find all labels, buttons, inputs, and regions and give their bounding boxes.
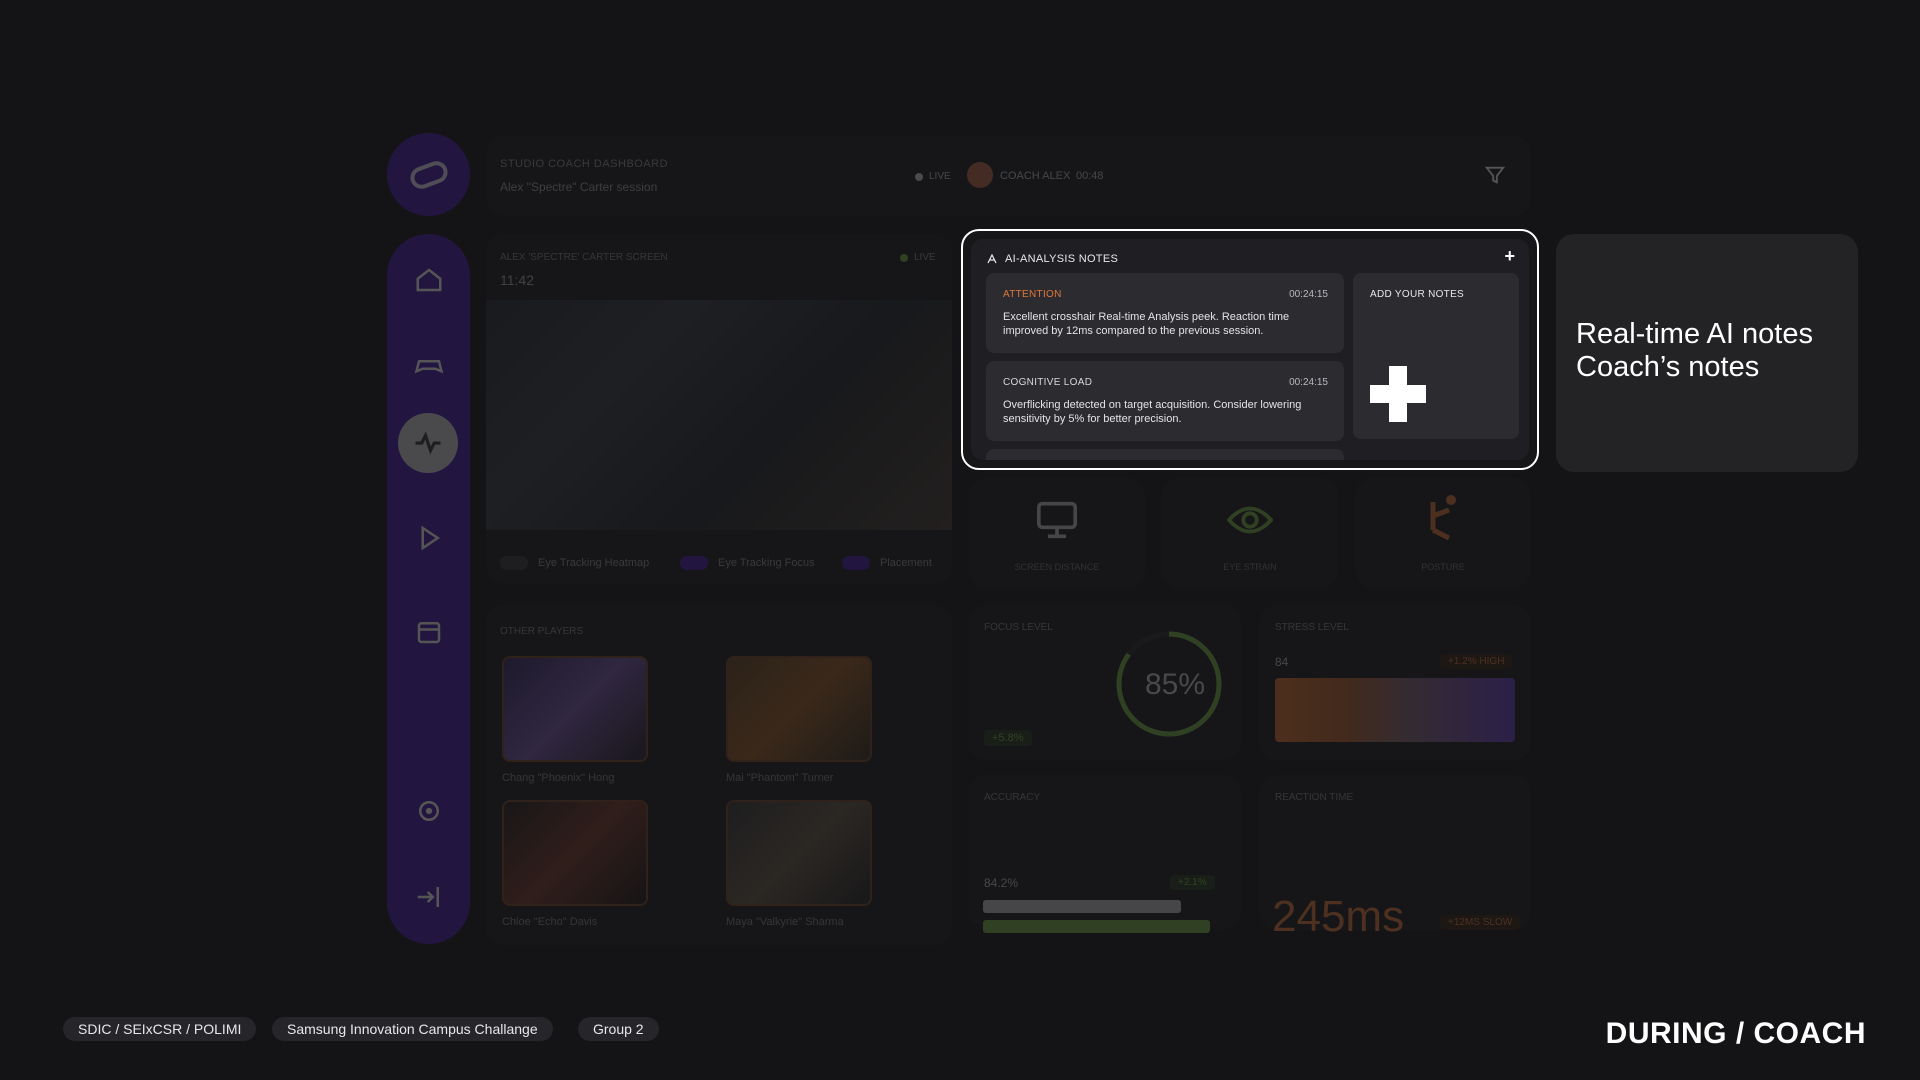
- plus-icon[interactable]: [1370, 366, 1426, 422]
- callout-box: Real-time AI notes Coach’s notes: [1556, 234, 1858, 472]
- header-subtitle: Alex "Spectre" Carter session: [500, 180, 658, 194]
- footer-tag-institution: SDIC / SEIxCSR / POLIMI: [63, 1017, 257, 1041]
- note-item-cognitive-load[interactable]: COGNITIVE LOAD 00:24:15 Overflicking det…: [986, 361, 1344, 441]
- footer-tag-challenge: Samsung Innovation Campus Challange: [272, 1017, 553, 1041]
- player-thumbnail[interactable]: [502, 800, 648, 906]
- toggle-placement[interactable]: Placement: [842, 556, 932, 570]
- calendar-icon: [417, 622, 440, 644]
- slide-title: DURING / COACH: [1605, 1017, 1866, 1050]
- callout-line-coach: Coach’s notes: [1576, 351, 1760, 383]
- live-dot-icon: [900, 253, 908, 262]
- sidebar-item-logout[interactable]: [387, 882, 470, 912]
- play-icon: [421, 525, 440, 551]
- note-timestamp: 00:24:15: [1289, 289, 1328, 300]
- live-label: LIVE: [914, 252, 936, 263]
- sidebar-item-games[interactable]: [387, 350, 470, 380]
- logo-icon: [409, 160, 448, 189]
- filter-icon: [1484, 166, 1506, 184]
- stress-level-title: STRESS LEVEL: [1275, 622, 1349, 633]
- toggle-switch[interactable]: [500, 556, 528, 570]
- stress-level-value: 84: [1275, 655, 1289, 669]
- accuracy-bar-previous: [983, 900, 1181, 913]
- gamepad-icon: [414, 360, 443, 374]
- toggle-label: Eye Tracking Heatmap: [538, 557, 650, 569]
- metric-label: SCREEN DISTANCE: [1014, 562, 1100, 572]
- live-indicator: LIVE: [915, 171, 951, 182]
- player-screen-timer: 11:42: [500, 272, 534, 288]
- coach-name: COACH ALEX: [1000, 170, 1071, 182]
- pulse-icon: [415, 431, 441, 455]
- metric-label: EYE STRAIN: [1223, 562, 1277, 572]
- player-screen-live: LIVE: [900, 252, 936, 263]
- player-thumbnail[interactable]: [726, 800, 872, 906]
- sidebar-item-settings[interactable]: [387, 796, 470, 826]
- reaction-time-badge: +12MS SLOW: [1440, 915, 1521, 930]
- reaction-time-value: 245ms: [1272, 892, 1405, 941]
- metric-label: POSTURE: [1421, 562, 1465, 572]
- stress-heat-bar: [1275, 678, 1515, 742]
- sidebar-item-home[interactable]: [387, 265, 470, 295]
- live-label: LIVE: [929, 171, 951, 182]
- note-tag: ATTENTION: [1003, 289, 1062, 300]
- focus-level-title: FOCUS LEVEL: [984, 622, 1053, 633]
- header-title: STUDIO COACH DASHBOARD: [500, 158, 669, 170]
- accuracy-title: ACCURACY: [984, 792, 1041, 803]
- other-players-title: OTHER PLAYERS: [500, 626, 584, 637]
- posture-icon: [1425, 494, 1461, 547]
- focus-level-value: 85%: [1145, 668, 1206, 701]
- callout-text: Real-time AI notes Coach’s notes: [1576, 318, 1813, 384]
- accuracy-bar-current: [983, 920, 1210, 933]
- toggle-label: Placement: [880, 557, 932, 569]
- note-text: Excellent crosshair Real-time Analysis p…: [1003, 311, 1290, 337]
- accuracy-badge: +2.1%: [1170, 875, 1215, 890]
- avatar[interactable]: [967, 162, 993, 188]
- player-name: Chloe "Echo" Davis: [502, 916, 598, 928]
- toggle-heatmap[interactable]: Eye Tracking Heatmap: [500, 556, 649, 570]
- home-icon: [416, 268, 441, 292]
- logout-icon: [417, 887, 439, 907]
- sidebar-item-analytics[interactable]: [398, 413, 458, 473]
- note-timestamp: 00:24:15: [1289, 377, 1328, 388]
- session-time: 00:48: [1076, 170, 1104, 182]
- add-your-notes-box[interactable]: ADD YOUR NOTES: [1353, 273, 1519, 439]
- note-item-attention[interactable]: ATTENTION 00:24:15 Excellent crosshair R…: [986, 273, 1344, 353]
- ai-analysis-notes-panel: AI-ANALYSIS NOTES + ATTENTION 00:24:15 E…: [971, 239, 1529, 460]
- live-dot-icon: [915, 172, 923, 181]
- accuracy-value: 84.2%: [984, 876, 1019, 890]
- callout-line-ai: Real-time AI notes: [1576, 318, 1813, 350]
- player-name: Chang "Phoenix" Hong: [502, 772, 615, 784]
- ai-notes-title: AI-ANALYSIS NOTES: [1005, 253, 1119, 265]
- filter-button[interactable]: [1484, 164, 1506, 191]
- add-note-button[interactable]: +: [1504, 246, 1515, 267]
- sidebar-item-play[interactable]: [387, 523, 470, 553]
- toggle-switch[interactable]: [680, 556, 708, 570]
- add-notes-label: ADD YOUR NOTES: [1370, 289, 1465, 300]
- player-name: Mai "Phantom" Turner: [726, 772, 834, 784]
- ai-sparkle-icon: [987, 253, 997, 264]
- note-item-next[interactable]: [986, 449, 1344, 460]
- ai-analysis-notes-card: AI-ANALYSIS NOTES + ATTENTION 00:24:15 E…: [961, 229, 1539, 470]
- sidebar-item-calendar[interactable]: [387, 617, 470, 647]
- player-screen-title: ALEX 'SPECTRE' CARTER SCREEN: [500, 252, 668, 263]
- focus-level-badge: +5.8%: [984, 730, 1032, 746]
- toggle-label: Eye Tracking Focus: [718, 557, 815, 569]
- toggle-switch[interactable]: [842, 556, 870, 570]
- note-tag: COGNITIVE LOAD: [1003, 377, 1093, 388]
- reaction-time-title: REACTION TIME: [1275, 792, 1354, 803]
- sidebar-nav: [387, 234, 470, 944]
- app-logo[interactable]: [387, 133, 470, 216]
- gear-icon: [418, 801, 439, 821]
- ai-notes-header: AI-ANALYSIS NOTES: [986, 253, 1118, 265]
- game-video-feed[interactable]: [486, 300, 952, 530]
- player-thumbnail[interactable]: [726, 656, 872, 762]
- player-name: Maya "Valkyrie" Sharma: [726, 916, 844, 928]
- toggle-focus[interactable]: Eye Tracking Focus: [680, 556, 815, 570]
- stress-level-badge: +1.2% HIGH: [1440, 654, 1513, 669]
- player-thumbnail[interactable]: [502, 656, 648, 762]
- footer-tag-group: Group 2: [578, 1017, 659, 1041]
- note-text: Overflicking detected on target acquisit…: [1003, 399, 1302, 425]
- monitor-icon: [1034, 500, 1080, 545]
- eye-icon: [1226, 502, 1274, 543]
